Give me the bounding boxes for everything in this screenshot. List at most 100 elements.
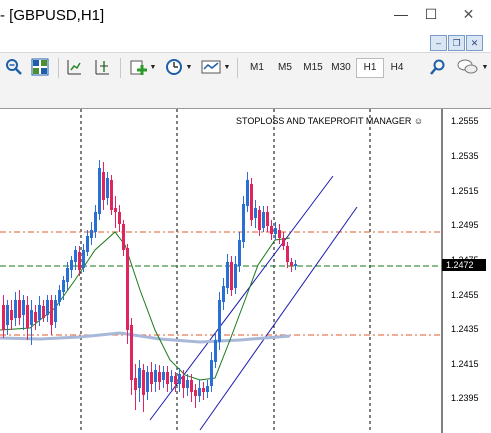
chevron-down-icon[interactable]: ▼ [149,58,157,78]
candle-body [118,212,121,224]
chevron-down-icon[interactable]: ▼ [185,58,193,78]
price-tick-label: 1.2415 [451,359,479,369]
price-tick-label: 1.2555 [451,116,479,126]
current-price-label: 1.2472 [442,259,486,271]
toolbar-strip [0,83,491,109]
close-button[interactable]: ✕ [446,0,491,29]
candle-body [50,300,53,325]
chat-icon[interactable] [456,58,478,78]
close-icon: ✕ [462,6,475,22]
timeframe-m30-button[interactable]: M30 [328,58,354,78]
candle-body [174,376,177,384]
candle-body [42,306,45,318]
window-title: - [GBPUSD,H1] [0,7,105,24]
mdi-controls-bar: – ❐ ✕ [0,33,491,52]
candle-body [226,262,229,288]
candle-body [270,226,273,234]
chart-shift-icon[interactable] [64,58,84,78]
candle-body [6,305,9,325]
timeframe-h4-button[interactable]: H4 [384,58,410,78]
minimize-button[interactable]: — [386,0,416,29]
candle-body [166,372,169,384]
tile-windows-icon[interactable] [30,58,50,78]
price-tick-label: 1.2515 [451,186,479,196]
price-tick-label: 1.2395 [451,393,479,403]
candle-body [158,372,161,382]
candle-body [254,208,257,218]
candle-body [194,390,197,396]
candle-body [14,300,17,318]
candle-body [134,378,137,390]
candle-body [162,372,165,380]
candle-body [2,305,5,330]
candle-body [218,300,221,342]
candle-body [234,264,237,288]
candle-body [222,286,225,302]
maximize-button[interactable]: ☐ [416,0,446,29]
candle-body [90,230,93,238]
zoom-in-icon[interactable] [4,58,24,78]
timeframe-m5-button[interactable]: M5 [272,58,298,78]
toolbar-separator [120,58,121,78]
candle-body [10,310,13,320]
candle-body [278,230,281,238]
candle-body [66,268,69,282]
candle-body [294,264,297,266]
smiley-icon: ☺ [413,116,424,126]
candle-body [18,300,21,318]
chart-autoscroll-icon[interactable] [92,58,112,78]
candle-body [58,290,61,302]
mdi-restore-button[interactable]: ❐ [448,35,465,51]
candle-body [182,376,185,388]
candle-body [46,300,49,315]
candle-body [74,250,77,262]
price-tick-label: 1.2435 [451,324,479,334]
candle-body [210,360,213,386]
title-bar: - [GBPUSD,H1] — ☐ ✕ [0,0,491,34]
timeframe-m15-button[interactable]: M15 [300,58,326,78]
timeframe-m1-button[interactable]: M1 [244,58,270,78]
price-tick-label: 1.2535 [451,151,479,161]
candle-body [38,305,41,320]
indicator-label: STOPLOSS AND TAKEPROFIT MANAGER ☺ [236,116,424,126]
candle-body [102,172,105,200]
search-icon[interactable] [428,58,448,78]
candle-body [186,380,189,388]
candle-body [30,310,33,325]
template-icon[interactable] [201,58,221,78]
candle-body [110,180,113,210]
candle-body [274,228,277,234]
candle-body [238,240,241,266]
candle-body [258,210,261,230]
mdi-minimize-button[interactable]: – [430,35,447,51]
chevron-down-icon[interactable]: ▼ [223,58,231,78]
price-chart[interactable] [0,109,491,433]
candle-body [82,250,85,268]
candle-body [170,376,173,382]
toolbar-separator [58,58,59,78]
timeframe-h1-button[interactable]: H1 [356,58,384,78]
price-tick-label: 1.2495 [451,220,479,230]
candle-body [178,374,181,384]
candle-body [230,262,233,290]
candle-body [26,305,29,328]
candle-body [214,340,217,362]
candle-body [262,212,265,228]
price-tick-label: 1.2455 [451,290,479,300]
toolbar-separator [237,58,238,78]
candle-body [190,380,193,392]
mdi-close-button[interactable]: ✕ [466,35,483,51]
candle-body [282,238,285,246]
candle-body [54,300,57,322]
candle-body [78,252,81,270]
candle-body [266,212,269,226]
candle-body [98,168,101,214]
clock-icon[interactable] [164,58,184,78]
candle-body [206,386,209,392]
candle-body [142,370,145,395]
chevron-down-icon[interactable]: ▼ [481,58,489,78]
new-order-icon[interactable] [128,58,148,78]
candle-body [246,180,249,206]
candle-body [62,280,65,292]
candle-body [198,388,201,396]
